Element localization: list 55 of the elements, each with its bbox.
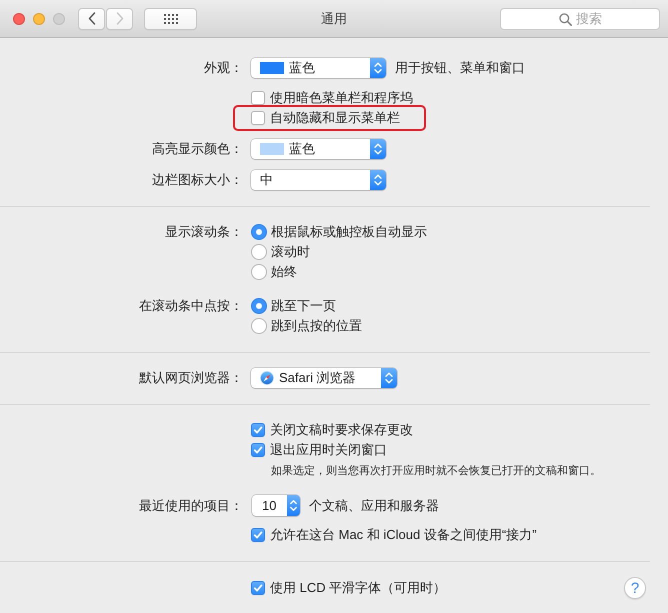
checkbox[interactable] bbox=[251, 111, 265, 125]
radio-label: 跳到点按的位置 bbox=[271, 317, 362, 335]
radio-button[interactable] bbox=[251, 298, 267, 314]
back-button[interactable] bbox=[78, 8, 105, 30]
chevron-right-icon bbox=[116, 12, 124, 25]
field-label: 显示滚动条： bbox=[165, 224, 243, 239]
checkbox[interactable] bbox=[251, 581, 265, 595]
radio-label: 滚动时 bbox=[271, 243, 310, 261]
compass-icon bbox=[260, 371, 274, 385]
up-down-arrows-icon bbox=[381, 368, 397, 388]
checkbox[interactable] bbox=[251, 528, 265, 542]
chevron-left-icon bbox=[88, 12, 96, 25]
field-label: 默认网页浏览器： bbox=[139, 370, 243, 385]
show-all-button[interactable] bbox=[144, 8, 197, 30]
radio-label: 根据鼠标或触控板自动显示 bbox=[271, 223, 427, 241]
hint-text: 如果选定，则当您再次打开应用时就不会恢复已打开的文稿和窗口。 bbox=[271, 464, 601, 479]
popup-button[interactable]: 中 bbox=[251, 170, 386, 190]
up-down-arrows-icon bbox=[370, 58, 386, 78]
stepper-field[interactable]: 10 bbox=[252, 495, 300, 516]
popup-button[interactable]: 蓝色 bbox=[251, 58, 386, 78]
search-icon bbox=[559, 12, 572, 26]
popup-button[interactable]: 蓝色 bbox=[251, 139, 386, 159]
checkbox-label: 退出应用时关闭窗口 bbox=[270, 441, 387, 459]
grid-icon bbox=[164, 14, 178, 24]
window-title: 通用 bbox=[321, 10, 347, 28]
radio-button[interactable] bbox=[251, 264, 267, 280]
up-down-arrows-icon bbox=[370, 170, 386, 190]
checkbox[interactable] bbox=[251, 91, 265, 105]
radio-button[interactable] bbox=[251, 244, 267, 260]
checkbox-label: 使用 LCD 平滑字体（可用时） bbox=[270, 579, 446, 597]
checkbox-label: 自动隐藏和显示菜单栏 bbox=[270, 109, 400, 127]
search-field[interactable]: 搜索 bbox=[500, 8, 660, 30]
field-label: 最近使用的项目： bbox=[139, 498, 243, 512]
caption-text: 用于按钮、菜单和窗口 bbox=[395, 59, 525, 77]
checkbox-label: 允许在这台 Mac 和 iCloud 设备之间使用“接力” bbox=[270, 526, 537, 544]
popup-button[interactable]: Safari 浏览器 bbox=[251, 368, 397, 388]
checkbox[interactable] bbox=[251, 443, 265, 457]
field-label: 在滚动条中点按： bbox=[139, 298, 243, 313]
checkbox-label: 使用暗色菜单栏和程序坞 bbox=[270, 89, 413, 107]
close-button[interactable] bbox=[13, 12, 25, 24]
up-down-arrows-icon bbox=[370, 139, 386, 159]
radio-label: 始终 bbox=[271, 263, 297, 281]
checkmark-icon bbox=[253, 530, 263, 540]
radio-button[interactable] bbox=[251, 224, 267, 240]
checkmark-icon bbox=[253, 583, 263, 593]
checkbox-label: 关闭文稿时要求保存更改 bbox=[270, 421, 413, 439]
field-label: 外观： bbox=[204, 60, 243, 75]
field-label: 高亮显示颜色： bbox=[152, 141, 243, 156]
radio-button[interactable] bbox=[251, 318, 267, 334]
checkbox[interactable] bbox=[251, 423, 265, 437]
minimize-button[interactable] bbox=[33, 12, 45, 24]
field-label: 边栏图标大小： bbox=[152, 172, 243, 187]
radio-label: 跳至下一页 bbox=[271, 297, 336, 315]
up-down-arrows-icon bbox=[287, 495, 300, 516]
caption-text: 个文稿、应用和服务器 bbox=[309, 496, 439, 514]
